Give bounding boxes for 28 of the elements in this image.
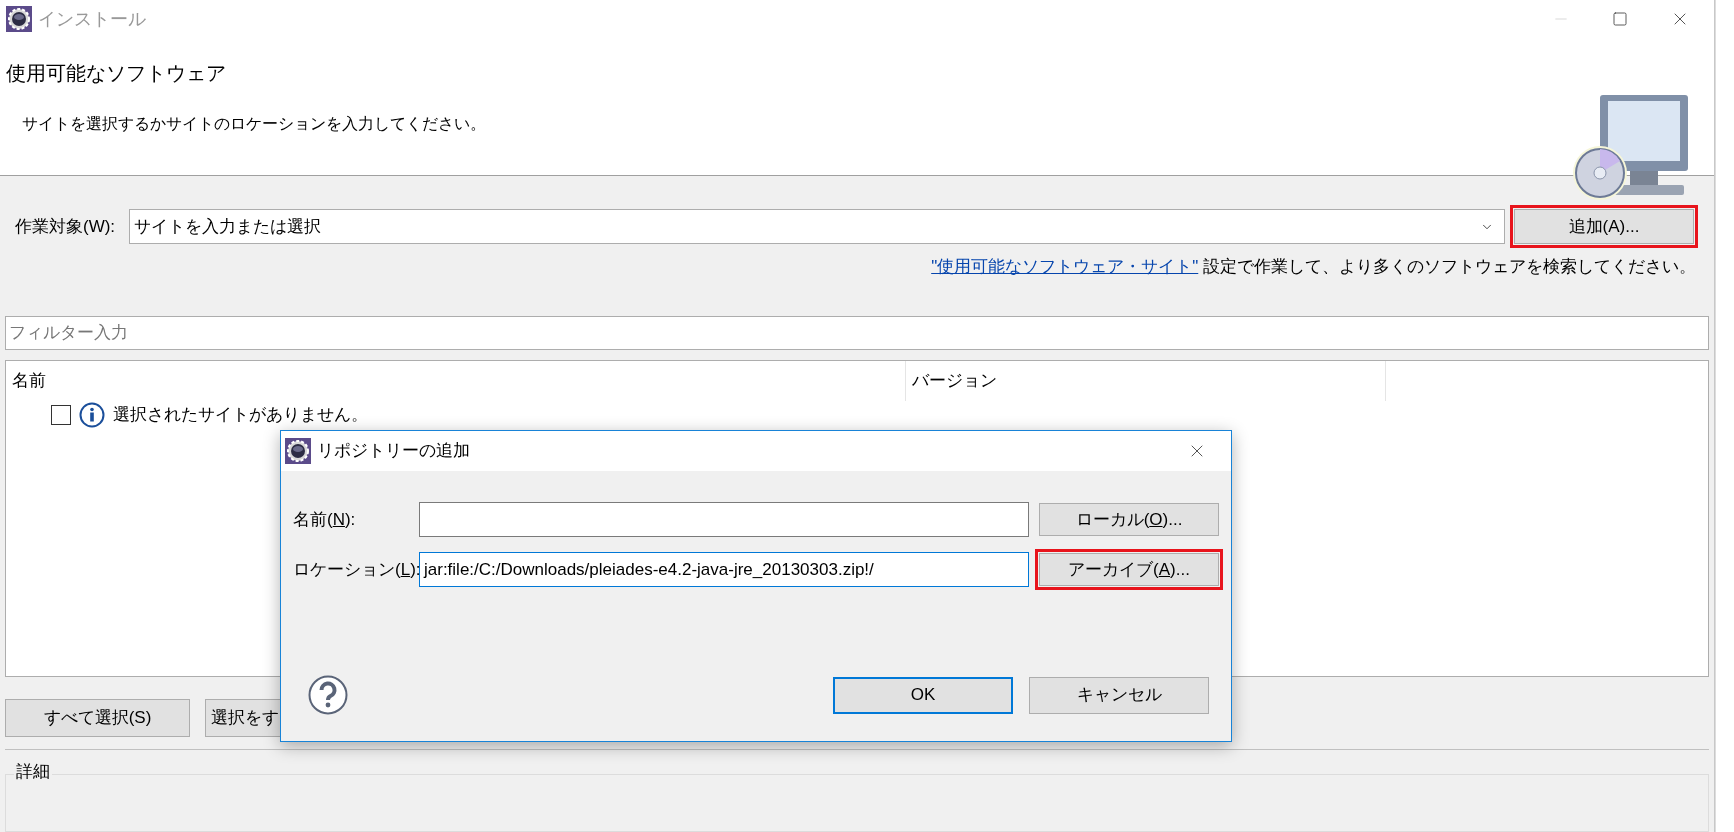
page-description: サイトを選択するかサイトのロケーションを入力してください。 — [22, 114, 486, 135]
text-field[interactable]: jar:file:/C:/Downloads/pleiades-e4.2-java-jre_20130303.zip!/ — [419, 552, 1029, 587]
maximize-icon[interactable] — [1612, 11, 1628, 28]
page-title: 使用可能なソフトウェア — [6, 61, 227, 87]
help-icon[interactable] — [308, 675, 348, 715]
info-icon — [79, 401, 105, 428]
add-button[interactable]: 追加(A)... — [1514, 209, 1694, 245]
app-icon — [6, 6, 32, 33]
column-header[interactable]: 名前 — [6, 360, 906, 401]
row-checkbox[interactable] — [51, 404, 71, 425]
work-with-label: 作業対象(W): — [15, 216, 116, 239]
site-combo-box[interactable]: サイトを入力または選択 — [129, 209, 1505, 245]
browse-button[interactable]: ローカル(O)... — [1039, 503, 1219, 536]
available-sites-link[interactable]: "使用可能なソフトウェア・サイト" — [931, 257, 1199, 277]
window-title: インストール — [38, 7, 146, 31]
row-text: 選択されたサイトがありません。 — [113, 403, 368, 426]
dialog-button[interactable]: キャンセル — [1029, 676, 1209, 714]
dialog-button[interactable]: OK — [833, 676, 1013, 714]
dialog-app-icon — [285, 438, 311, 464]
field-label: ロケーション(L): — [293, 558, 419, 581]
table-action-button[interactable]: すべて選択(S) — [5, 699, 190, 738]
text-field[interactable] — [419, 502, 1029, 537]
hint-text: "使用可能なソフトウェア・サイト" 設定で作業して、より多くのソフトウェアを検索してください。 — [930, 256, 1697, 279]
column-header[interactable]: バージョン — [906, 360, 1386, 401]
dialog-title: リポジトリーの追加 — [317, 440, 470, 463]
filter-field[interactable]: フィルター入力 — [5, 315, 1709, 350]
browse-button[interactable]: アーカイブ(A)... — [1039, 553, 1219, 586]
field-label: 名前(N): — [293, 508, 357, 531]
